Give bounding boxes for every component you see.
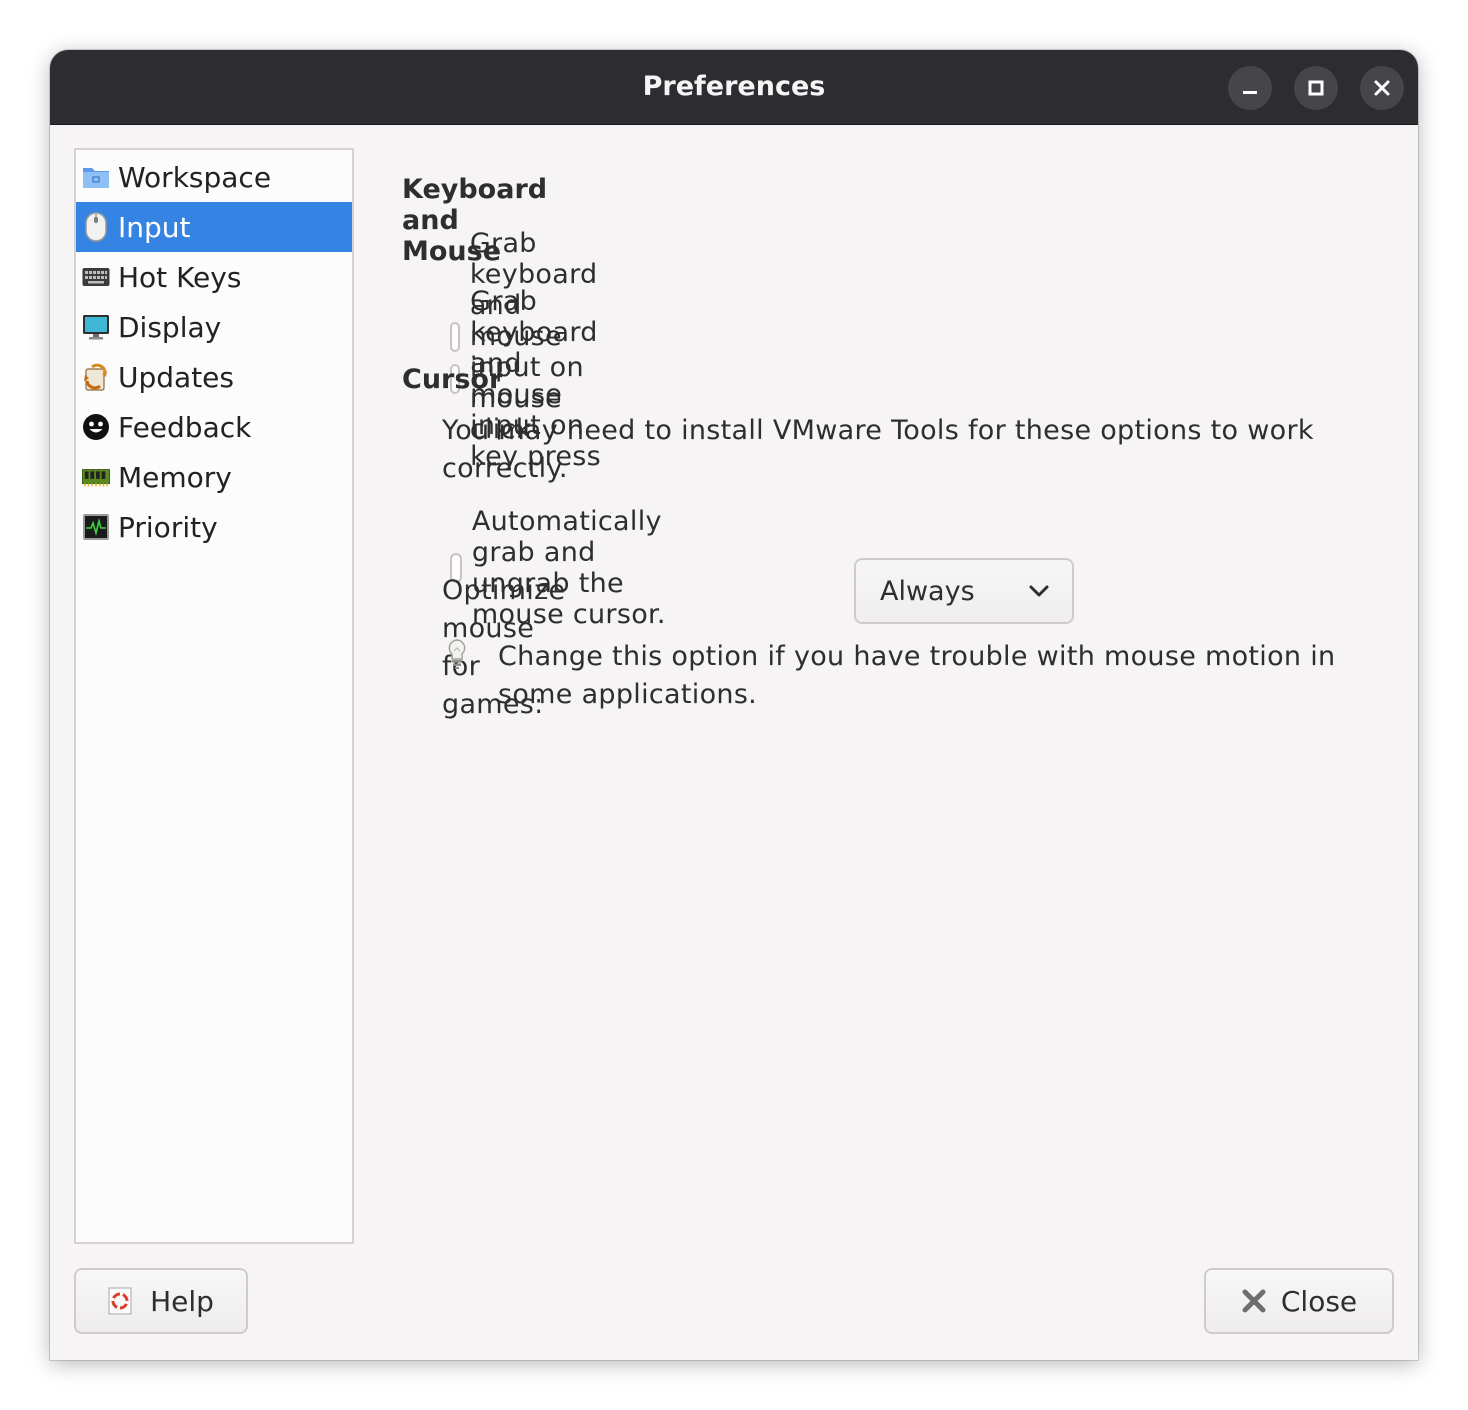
sidebar-item-display[interactable]: Display [76,302,352,352]
close-x-icon [1241,1288,1267,1314]
sidebar-item-priority[interactable]: Priority [76,502,352,552]
sidebar-item-input[interactable]: Input [76,202,352,252]
chevron-down-icon [1028,584,1050,598]
memory-chip-icon [82,463,110,491]
sidebar-item-updates[interactable]: Updates [76,352,352,402]
category-list: Workspace Input Hot Keys Display Updates… [74,148,354,1244]
sidebar-item-label: Priority [118,510,218,544]
optimize-mouse-dropdown[interactable]: Always [854,558,1074,624]
cursor-heading: Cursor [402,364,503,395]
minimize-icon [1243,91,1257,94]
mouse-icon [82,212,110,242]
help-button-label: Help [150,1284,214,1318]
sidebar-item-workspace[interactable]: Workspace [76,152,352,202]
folder-icon [82,163,110,191]
optimize-mouse-value: Always [880,575,975,607]
maximize-button[interactable] [1294,66,1338,110]
close-button-label: Close [1280,1284,1358,1318]
maximize-icon [1308,80,1324,96]
close-icon [1374,80,1390,96]
help-button[interactable]: Help [74,1268,248,1334]
sidebar-item-label: Memory [118,460,232,494]
sidebar-item-hot-keys[interactable]: Hot Keys [76,252,352,302]
window-title: Preferences [642,71,826,102]
sidebar-item-label: Feedback [118,410,252,444]
close-button[interactable]: Close [1204,1268,1394,1334]
sidebar-item-label: Hot Keys [118,260,242,294]
sidebar-item-feedback[interactable]: Feedback [76,402,352,452]
help-icon [108,1287,132,1315]
lightbulb-icon [446,638,468,675]
mouse-motion-hint: Change this option if you have trouble w… [498,641,1336,710]
updates-icon [82,363,110,391]
smiley-icon [82,413,110,441]
sidebar-item-label: Display [118,310,222,344]
monitor-icon [82,313,110,341]
sidebar-item-label: Updates [118,360,234,394]
keyboard-icon [82,263,110,291]
vmware-tools-note: You may need to install VMware Tools for… [442,415,1314,484]
sidebar-item-label: Workspace [118,160,272,194]
sidebar-item-label: Input [118,210,191,244]
minimize-button[interactable] [1228,66,1272,110]
close-window-button[interactable] [1360,66,1404,110]
activity-monitor-icon [82,513,110,541]
sidebar-item-memory[interactable]: Memory [76,452,352,502]
preferences-window: Preferences Workspace Input Hot Keys Dis… [50,50,1418,1360]
title-bar[interactable]: Preferences [50,50,1418,125]
